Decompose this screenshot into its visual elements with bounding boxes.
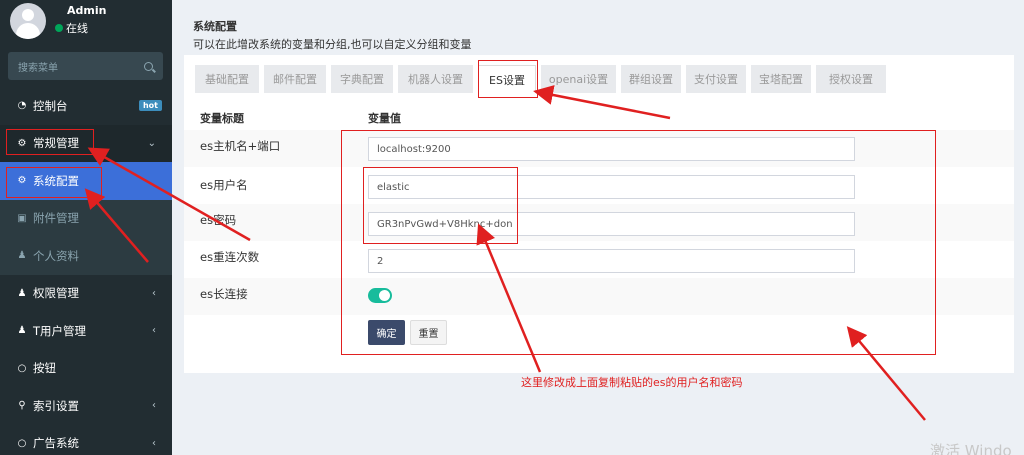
search-input[interactable]: 搜索菜单 [8, 52, 163, 80]
status-label: 在线 [66, 22, 88, 35]
chevron-left-icon: ‹ [152, 400, 156, 412]
chevron-left-icon: ‹ [152, 325, 156, 337]
es-retries-input[interactable]: 2 [368, 249, 855, 273]
user-name: Admin [67, 4, 107, 17]
chevron-down-icon: ⌄ [147, 137, 156, 149]
sidebar-item-label: 系统配置 [33, 173, 79, 188]
dashboard-icon: ◔ [17, 100, 27, 112]
tab-es[interactable]: ES设置 [478, 65, 536, 93]
search-icon[interactable] [144, 61, 153, 71]
user-panel: Admin 在线 [0, 0, 172, 45]
col-title-header: 变量标题 [200, 112, 244, 125]
circle-icon: ○ [17, 437, 27, 449]
row-label-es-keepalive: es长连接 [200, 287, 248, 301]
search-placeholder: 搜索菜单 [18, 62, 58, 74]
image-icon: ▣ [17, 212, 27, 224]
search-icon: ⚲ [18, 400, 26, 412]
cogs-icon: ⚙ [17, 137, 27, 149]
circle-icon: ○ [17, 362, 27, 374]
tab-payment[interactable]: 支付设置 [686, 65, 746, 93]
online-dot-icon [55, 24, 63, 32]
group-icon: ♟ [17, 287, 27, 299]
sidebar-item-label: 权限管理 [33, 286, 79, 301]
tab-group[interactable]: 群组设置 [621, 65, 681, 93]
sidebar-item-attachments[interactable]: ▣ 附件管理 [0, 200, 172, 238]
row-label-es-host: es主机名+端口 [200, 139, 281, 153]
submenu-general: ⚙ 系统配置 ▣ 附件管理 ♟ 个人资料 [0, 162, 172, 275]
col-value-header: 变量值 [368, 112, 401, 125]
tab-openai[interactable]: openai设置 [541, 65, 616, 93]
reset-button[interactable]: 重置 [410, 320, 447, 345]
sidebar-item-index-settings[interactable]: ⚲ 索引设置 ‹ [0, 387, 172, 425]
sidebar-item-system-config[interactable]: ⚙ 系统配置 [0, 162, 172, 200]
content-header: 系统配置 可以在此增改系统的变量和分组,也可以自定义分组和变量 [193, 18, 472, 52]
es-host-input[interactable]: localhost:9200 [368, 137, 855, 161]
confirm-button[interactable]: 确定 [368, 320, 405, 345]
sidebar: Admin 在线 搜索菜单 ◔ 控制台 hot ⚙ 常规管理 ⌄ ⚙ 系统配置 … [0, 0, 172, 455]
sidebar-item-label: 按钮 [33, 361, 56, 376]
sidebar-item-label: 索引设置 [33, 398, 79, 413]
table-row [184, 278, 1014, 315]
row-label-es-retries: es重连次数 [200, 250, 260, 264]
tab-license[interactable]: 授权设置 [816, 65, 886, 93]
sidebar-item-label: 控制台 [33, 98, 68, 113]
annotation-text: 这里修改成上面复制粘贴的es的用户名和密码 [521, 376, 743, 389]
gear-icon: ⚙ [17, 175, 27, 187]
page-title: 系统配置 [193, 20, 237, 33]
row-label-es-username: es用户名 [200, 178, 248, 192]
user-status: 在线 [55, 20, 88, 36]
sidebar-item-permissions[interactable]: ♟ 权限管理 ‹ [0, 275, 172, 313]
tab-dictionary[interactable]: 字典配置 [331, 65, 393, 93]
sidebar-item-buttons[interactable]: ○ 按钮 [0, 350, 172, 388]
tab-basic[interactable]: 基础配置 [195, 65, 259, 93]
avatar[interactable] [10, 3, 46, 39]
sidebar-item-label: 常规管理 [33, 136, 79, 151]
tab-mail[interactable]: 邮件配置 [264, 65, 326, 93]
es-keepalive-toggle[interactable] [368, 288, 392, 303]
es-username-input[interactable]: elastic [368, 175, 855, 199]
activation-watermark: 激活 Windo [930, 442, 1012, 455]
hot-badge: hot [138, 100, 162, 112]
chevron-left-icon: ‹ [152, 437, 156, 449]
sidebar-item-label: 广告系统 [33, 436, 79, 451]
user-icon: ♟ [17, 325, 27, 337]
sidebar-item-label: T用户管理 [33, 323, 87, 338]
es-password-input[interactable]: GR3nPvGwd+V8Hknc+don [368, 212, 855, 236]
tab-robot[interactable]: 机器人设置 [398, 65, 473, 93]
row-label-es-password: es密码 [200, 213, 237, 227]
user-icon: ♟ [17, 250, 27, 262]
page-description: 可以在此增改系统的变量和分组,也可以自定义分组和变量 [193, 38, 472, 51]
sidebar-item-profile[interactable]: ♟ 个人资料 [0, 237, 172, 275]
sidebar-item-ads[interactable]: ○ 广告系统 ‹ [0, 425, 172, 455]
sidebar-menu: ◔ 控制台 hot ⚙ 常规管理 ⌄ ⚙ 系统配置 ▣ 附件管理 ♟ 个人资料 … [0, 87, 172, 455]
sidebar-item-label: 附件管理 [33, 211, 79, 226]
tab-bar: 基础配置 邮件配置 字典配置 机器人设置 ES设置 openai设置 群组设置 … [184, 55, 1014, 95]
sidebar-item-t-users[interactable]: ♟ T用户管理 ‹ [0, 312, 172, 350]
sidebar-item-dashboard[interactable]: ◔ 控制台 hot [0, 87, 172, 125]
chevron-left-icon: ‹ [152, 287, 156, 299]
tab-baota[interactable]: 宝塔配置 [751, 65, 811, 93]
sidebar-item-label: 个人资料 [33, 248, 79, 263]
sidebar-item-general[interactable]: ⚙ 常规管理 ⌄ [0, 124, 172, 162]
